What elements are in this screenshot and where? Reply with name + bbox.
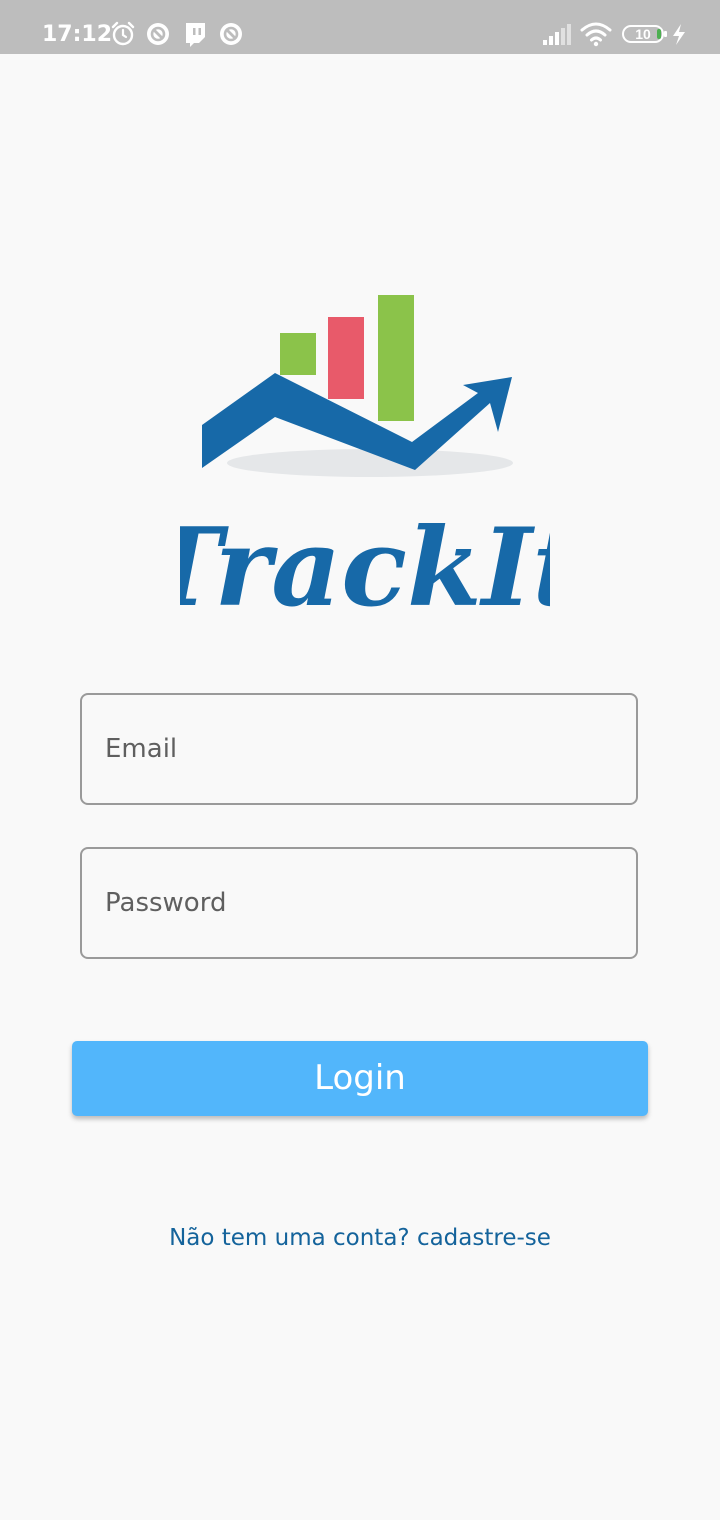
email-field[interactable] xyxy=(80,693,638,805)
signal-icon xyxy=(543,24,571,45)
trackit-logo: TrackIt xyxy=(180,295,550,625)
twitch-icon xyxy=(186,23,205,47)
status-time: 17:12 xyxy=(42,22,113,47)
status-bar: 17:12 10 xyxy=(0,0,720,54)
battery-level: 10 xyxy=(635,26,651,42)
alarm-icon xyxy=(111,21,135,46)
password-input[interactable] xyxy=(82,849,636,957)
signup-link[interactable]: Não tem uma conta? cadastre-se xyxy=(0,1220,720,1256)
app-notification-icon xyxy=(220,23,242,45)
battery-icon: 10 xyxy=(622,25,667,43)
password-field[interactable] xyxy=(80,847,638,959)
login-button[interactable]: Login xyxy=(72,1041,648,1116)
app-notification-icon xyxy=(147,23,169,45)
charging-icon xyxy=(673,24,685,45)
wifi-icon xyxy=(580,22,612,47)
email-input[interactable] xyxy=(82,695,636,803)
svg-text:TrackIt: TrackIt xyxy=(180,505,550,625)
